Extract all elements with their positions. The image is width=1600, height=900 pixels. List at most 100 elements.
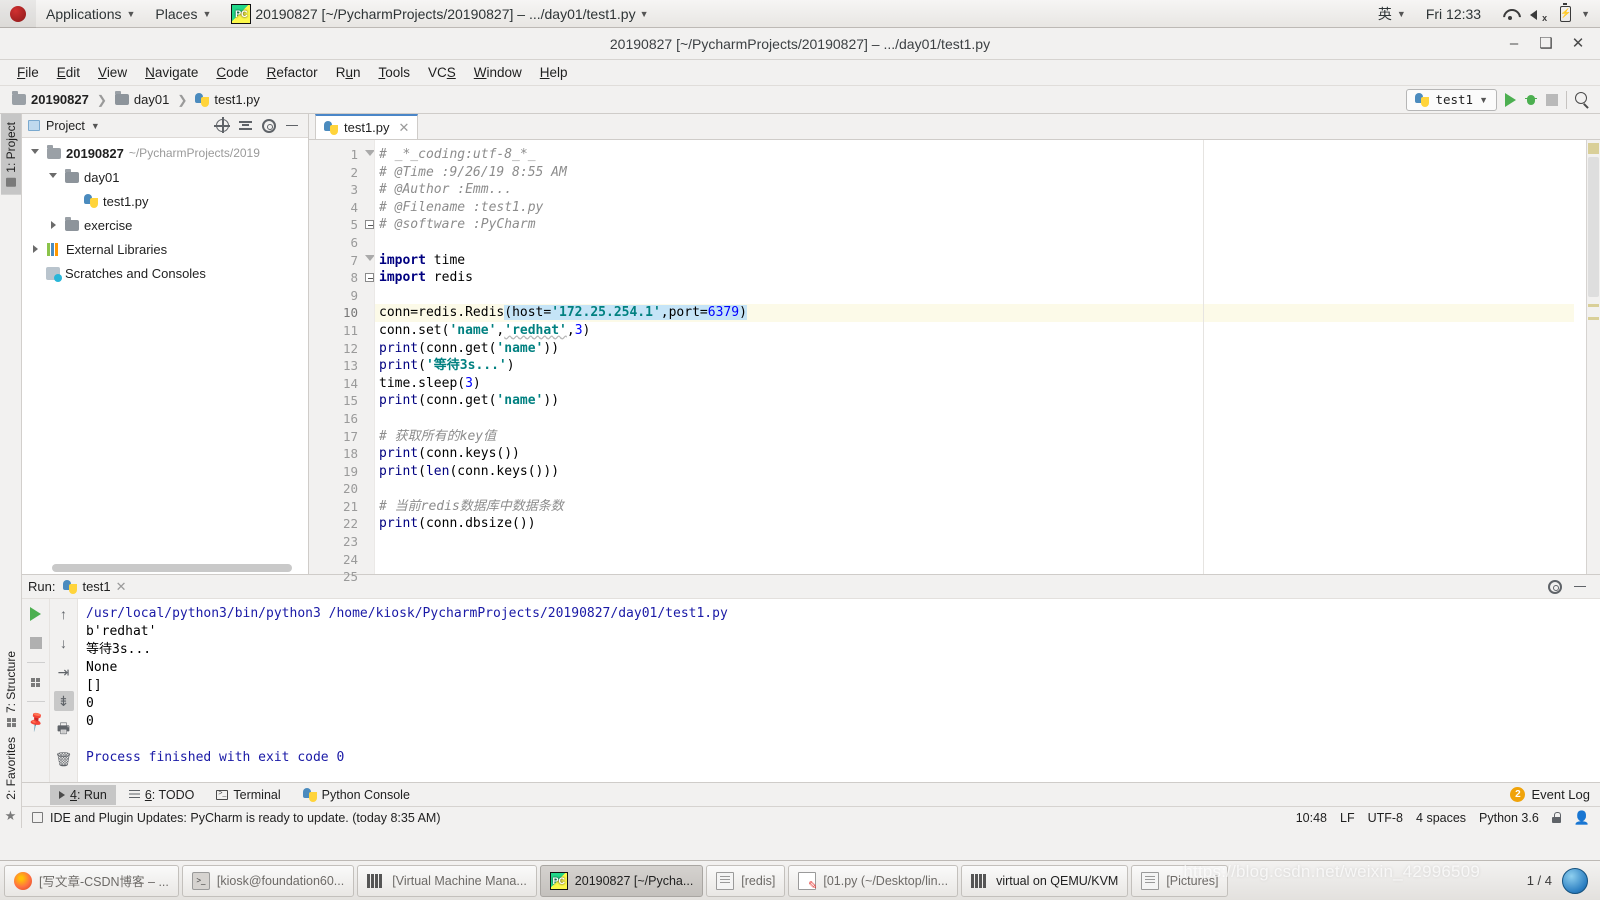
close-icon[interactable]: ✕ bbox=[116, 579, 127, 595]
breadcrumb-file[interactable]: test1.py bbox=[191, 90, 264, 109]
hide-icon[interactable] bbox=[1574, 585, 1586, 588]
taskbar-item-01py[interactable]: [01.py (~/Desktop/lin... bbox=[788, 864, 959, 897]
status-message[interactable]: IDE and Plugin Updates: PyCharm is ready… bbox=[50, 811, 441, 825]
gear-icon[interactable] bbox=[1548, 579, 1562, 594]
tree-item-project[interactable]: 20190827 ~/PycharmProjects/2019 bbox=[22, 141, 308, 165]
error-stripe-marker-bar[interactable] bbox=[1586, 140, 1600, 574]
rerun-button[interactable] bbox=[26, 604, 46, 624]
indent-setting[interactable]: 4 spaces bbox=[1416, 811, 1466, 825]
show-desktop-icon[interactable] bbox=[1562, 867, 1588, 894]
tree-item-scratches[interactable]: Scratches and Consoles bbox=[22, 261, 308, 285]
menu-refactor[interactable]: Refactor bbox=[258, 62, 327, 83]
tree-item-exercise[interactable]: exercise bbox=[22, 213, 308, 237]
search-everywhere-icon[interactable] bbox=[1575, 92, 1590, 107]
tool-button-terminal[interactable]: Terminal bbox=[207, 785, 289, 805]
menu-view[interactable]: View bbox=[89, 62, 136, 83]
fold-marker-icon[interactable] bbox=[365, 220, 374, 229]
taskbar-item-qemu[interactable]: virtual on QEMU/KVM bbox=[961, 864, 1129, 897]
twisty-right-icon[interactable] bbox=[28, 245, 42, 253]
menu-edit[interactable]: Edit bbox=[48, 62, 89, 83]
run-tab-test1[interactable]: test1 ✕ bbox=[63, 579, 127, 595]
fold-marker-icon[interactable] bbox=[365, 273, 374, 282]
tree-item-day01[interactable]: day01 bbox=[22, 165, 308, 189]
editor-viewport[interactable]: 1 2 3 4 5 6 7 8 9 10 11 12 13 14 15 16 1… bbox=[309, 140, 1600, 584]
menu-window[interactable]: Window bbox=[465, 62, 531, 83]
window-list-entry[interactable]: 20190827 [~/PycharmProjects/20190827] – … bbox=[221, 0, 658, 28]
warning-marker[interactable] bbox=[1588, 317, 1599, 320]
activities-logo[interactable] bbox=[0, 0, 36, 28]
menu-run[interactable]: Run bbox=[327, 62, 370, 83]
notes-icon bbox=[798, 871, 817, 892]
sidebar-item-structure[interactable]: 7: Structure bbox=[1, 643, 21, 735]
taskbar-item-redis[interactable]: [redis] bbox=[706, 864, 786, 897]
project-horizontal-scrollbar[interactable] bbox=[52, 564, 292, 572]
taskbar-item-pycharm[interactable]: 20190827 [~/Pycha... bbox=[539, 864, 704, 897]
stop-button[interactable] bbox=[1546, 93, 1558, 106]
input-method-indicator[interactable]: 英 ▼ bbox=[1368, 0, 1416, 28]
menu-tools[interactable]: Tools bbox=[369, 62, 419, 83]
lock-icon[interactable] bbox=[1551, 812, 1561, 823]
tool-button-python-console[interactable]: Python Console bbox=[294, 785, 419, 805]
caret-position[interactable]: 10:48 bbox=[1296, 811, 1327, 825]
scroll-to-end-icon[interactable]: ⇟ bbox=[53, 691, 74, 711]
hide-icon[interactable] bbox=[286, 124, 298, 127]
tool-button-todo[interactable]: 6: TODO bbox=[120, 785, 204, 805]
file-encoding[interactable]: UTF-8 bbox=[1368, 811, 1403, 825]
applications-menu[interactable]: Applications ▼ bbox=[36, 0, 145, 28]
clear-all-icon[interactable]: 🗑 bbox=[54, 749, 74, 769]
down-arrow-icon[interactable]: ↓ bbox=[54, 633, 74, 653]
locate-icon[interactable] bbox=[214, 117, 230, 133]
taskbar-item-terminal[interactable]: >_ [kiosk@foundation60... bbox=[181, 864, 355, 897]
line-separator[interactable]: LF bbox=[1340, 811, 1355, 825]
system-status-area[interactable]: ▼ bbox=[1491, 0, 1600, 28]
collapse-all-icon[interactable] bbox=[239, 120, 252, 131]
pin-tab-icon[interactable]: 📌 bbox=[22, 707, 50, 735]
layout-settings-icon[interactable] bbox=[26, 672, 46, 692]
breadcrumb-day01[interactable]: day01 bbox=[111, 90, 173, 109]
twisty-right-icon[interactable] bbox=[46, 221, 60, 229]
gear-icon[interactable] bbox=[262, 118, 276, 133]
soft-wrap-icon[interactable]: ⇥ bbox=[54, 662, 74, 682]
twisty-down-icon[interactable] bbox=[46, 172, 60, 182]
menu-vcs[interactable]: VCS bbox=[419, 62, 465, 83]
warning-marker[interactable] bbox=[1588, 143, 1599, 154]
workspace-indicator[interactable]: 1 / 4 bbox=[1527, 873, 1552, 888]
clock[interactable]: Fri 12:33 bbox=[1416, 0, 1491, 28]
breadcrumb-project[interactable]: 20190827 bbox=[8, 90, 93, 109]
minimize-button[interactable]: – bbox=[1506, 36, 1522, 52]
taskbar-item-vmm[interactable]: [Virtual Machine Mana... bbox=[357, 864, 537, 897]
warning-marker[interactable] bbox=[1588, 304, 1599, 307]
taskbar-item-label: [01.py (~/Desktop/lin... bbox=[823, 873, 949, 888]
menu-navigate[interactable]: Navigate bbox=[136, 62, 207, 83]
tree-item-external-libraries[interactable]: External Libraries bbox=[22, 237, 308, 261]
hector-icon[interactable]: 👤 bbox=[1574, 810, 1590, 826]
print-icon[interactable]: 🖶 bbox=[54, 720, 74, 740]
console-output[interactable]: /usr/local/python3/bin/python3 /home/kio… bbox=[78, 599, 1600, 782]
code-content[interactable]: # _*_coding:utf-8_*_ # @Time :9/26/19 8:… bbox=[374, 140, 1574, 574]
tree-item-test1py[interactable]: test1.py bbox=[22, 189, 308, 213]
editor-scrollbar-thumb[interactable] bbox=[1588, 157, 1599, 297]
taskbar-item-pictures[interactable]: [Pictures] bbox=[1131, 864, 1229, 897]
tool-button-run[interactable]: 4: Run bbox=[50, 784, 116, 805]
close-icon[interactable]: ✕ bbox=[399, 120, 410, 136]
twisty-down-icon[interactable] bbox=[28, 148, 42, 158]
maximize-button[interactable]: ❑ bbox=[1538, 36, 1554, 52]
run-button[interactable] bbox=[1505, 92, 1516, 107]
taskbar-item-firefox[interactable]: [写文章-CSDN博客 – ... bbox=[4, 864, 179, 897]
sidebar-item-favorites[interactable]: 2: Favorites bbox=[1, 735, 21, 808]
up-arrow-icon[interactable]: ↑ bbox=[54, 604, 74, 624]
menu-file[interactable]: File bbox=[8, 62, 48, 83]
tab-test1py[interactable]: test1.py ✕ bbox=[315, 114, 419, 139]
chevron-down-icon[interactable]: ▼ bbox=[91, 121, 100, 131]
code-folding-gutter bbox=[364, 140, 375, 574]
run-configuration-selector[interactable]: test1 ▼ bbox=[1406, 88, 1497, 111]
close-button[interactable]: ✕ bbox=[1570, 36, 1586, 52]
sidebar-item-project[interactable]: 1: Project bbox=[0, 114, 21, 195]
menu-code[interactable]: Code bbox=[207, 62, 257, 83]
menu-help[interactable]: Help bbox=[531, 62, 577, 83]
places-menu[interactable]: Places ▼ bbox=[145, 0, 221, 28]
debug-button[interactable] bbox=[1524, 93, 1538, 107]
interpreter[interactable]: Python 3.6 bbox=[1479, 811, 1539, 825]
stop-button[interactable] bbox=[26, 633, 46, 653]
event-log-button[interactable]: Event Log bbox=[1531, 787, 1590, 802]
